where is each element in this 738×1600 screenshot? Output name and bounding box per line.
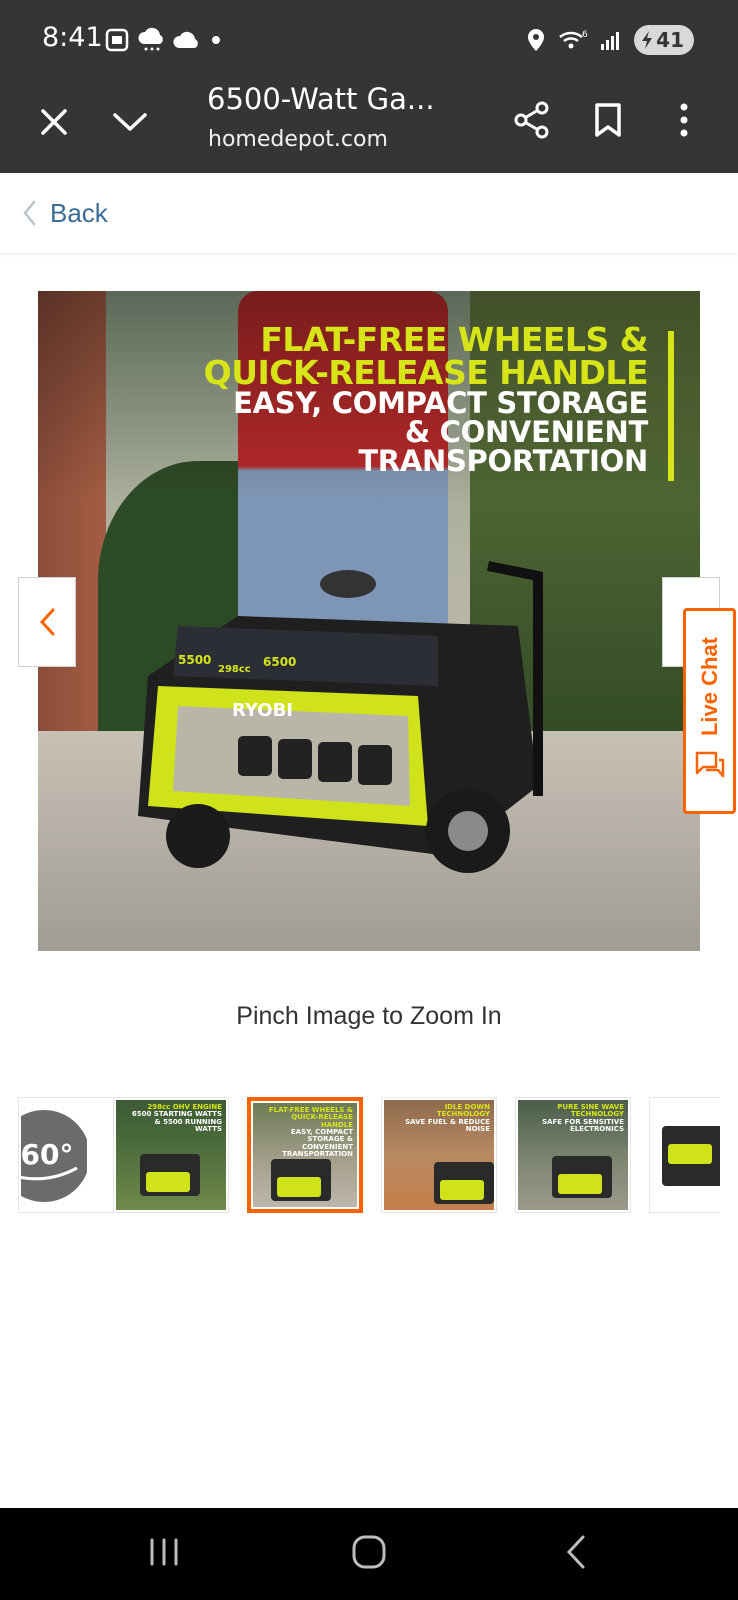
back-bar: Back <box>0 173 738 253</box>
thumbnail-image[interactable] <box>649 1097 720 1213</box>
thumbnail-image[interactable]: 298cc OHV ENGINE 6500 STARTING WATTS & 55… <box>113 1097 229 1213</box>
back-link[interactable]: Back <box>22 198 108 229</box>
starting-watts-label: 6500 <box>263 655 296 669</box>
dot-icon <box>212 36 220 44</box>
status-notification-icons <box>104 25 224 55</box>
zoom-hint: Pinch Image to Zoom In <box>236 1002 502 1030</box>
system-back-button[interactable] <box>552 1528 600 1576</box>
thumbnail-caption: PURE SINE WAVE TECHNOLOGY <box>557 1103 624 1119</box>
thumbnail-strip: 360° 298cc OHV ENGINE 6500 STARTING WATTS… <box>18 1097 720 1213</box>
previous-image-button[interactable] <box>18 577 76 667</box>
signal-icon <box>601 32 620 50</box>
screenshot-icon <box>105 28 129 52</box>
thumbnail-generator <box>271 1159 331 1201</box>
headline-line: & CONVENIENT <box>404 415 648 449</box>
recent-apps-icon <box>150 1538 178 1566</box>
thumbnail-360-label: 360° <box>21 1138 73 1171</box>
home-button[interactable] <box>345 1528 393 1576</box>
live-chat-label: Live Chat <box>696 637 722 737</box>
headline-line: FLAT-FREE WHEELS & <box>260 320 648 359</box>
thumbnail-caption: 6500 STARTING WATTS & 5500 RUNNING WATTS <box>131 1110 222 1134</box>
status-time: 8:41 <box>42 22 103 53</box>
page-title[interactable]: 6500-Watt Ga... <box>207 82 457 116</box>
thumbnail-generator <box>140 1154 200 1196</box>
running-watts-label: 5500 <box>178 653 211 667</box>
chevron-down-icon <box>113 113 147 131</box>
thumbnail-generator <box>434 1162 494 1204</box>
thumbnail-image-selected[interactable]: FLAT-FREE WHEELS & QUICK-RELEASE HANDLE E… <box>247 1097 363 1213</box>
bookmark-icon <box>595 103 621 137</box>
live-chat-tab[interactable]: Live Chat <box>683 608 736 814</box>
location-icon <box>528 29 545 51</box>
browser-toolbar: 6500-Watt Ga... homedepot.com <box>0 80 738 173</box>
wifi-6-icon: 6 <box>559 30 588 49</box>
status-bar: 8:41 6 41 <box>0 0 738 80</box>
thumbnail-generator <box>662 1126 720 1186</box>
svg-text:6: 6 <box>582 30 588 40</box>
recent-apps-button[interactable] <box>140 1528 188 1576</box>
thumbnail-caption: IDLE DOWN TECHNOLOGY <box>436 1103 490 1119</box>
battery-level: 41 <box>656 28 684 52</box>
system-navigation-bar <box>0 1508 738 1600</box>
close-icon <box>41 109 67 135</box>
chat-bubble-icon <box>695 751 724 778</box>
share-button[interactable] <box>508 96 556 144</box>
thumbnail-image[interactable]: IDLE DOWN TECHNOLOGY SAVE FUEL & REDUCE N… <box>381 1097 497 1213</box>
thumbnail-caption: FLAT-FREE WHEELS & QUICK-RELEASE HANDLE <box>268 1106 353 1129</box>
headline-line: EASY, COMPACT STORAGE <box>233 386 648 420</box>
chevron-left-icon <box>39 608 55 636</box>
page-domain[interactable]: homedepot.com <box>208 127 388 152</box>
thumbnail-image[interactable]: PURE SINE WAVE TECHNOLOGY SAFE FOR SENSIT… <box>515 1097 631 1213</box>
headline-line: QUICK-RELEASE HANDLE <box>203 353 649 392</box>
rotate-360-icon: 360° <box>21 1110 87 1202</box>
thumbnail-caption: SAFE FOR SENSITIVE ELECTRONICS <box>542 1117 624 1134</box>
image-headline: FLAT-FREE WHEELS & QUICK-RELEASE HANDLE … <box>203 320 649 478</box>
headline-line: TRANSPORTATION <box>358 444 648 478</box>
chevron-left-icon <box>23 200 36 226</box>
generator-illustration: RYOBI 5500 298cc 6500 <box>138 561 543 873</box>
cloud-rain-icon <box>138 27 163 51</box>
close-tab-button[interactable] <box>32 100 76 144</box>
headline-accent-bar <box>668 331 674 481</box>
thumbnail-caption: SAVE FUEL & REDUCE NOISE <box>405 1117 490 1134</box>
minimize-tab-button[interactable] <box>108 100 152 144</box>
cloud-icon <box>173 31 198 48</box>
battery-indicator: 41 <box>634 25 694 55</box>
battery-charging-icon <box>642 31 653 49</box>
bookmark-button[interactable] <box>584 96 632 144</box>
thumbnail-generator <box>552 1156 612 1198</box>
status-system-icons: 6 41 <box>526 22 694 58</box>
generator-brand: RYOBI <box>232 700 293 721</box>
back-arrow-icon <box>566 1535 585 1569</box>
share-icon <box>514 101 549 139</box>
thumbnail-caption: EASY, COMPACT STORAGE & CONVENIENT TRANS… <box>282 1128 353 1159</box>
more-vertical-icon <box>680 103 688 137</box>
engine-cc-label: 298cc <box>218 664 251 675</box>
more-options-button[interactable] <box>660 96 708 144</box>
product-main-image[interactable]: FLAT-FREE WHEELS & QUICK-RELEASE HANDLE … <box>38 291 700 951</box>
home-icon <box>352 1535 386 1569</box>
back-label: Back <box>50 197 108 228</box>
